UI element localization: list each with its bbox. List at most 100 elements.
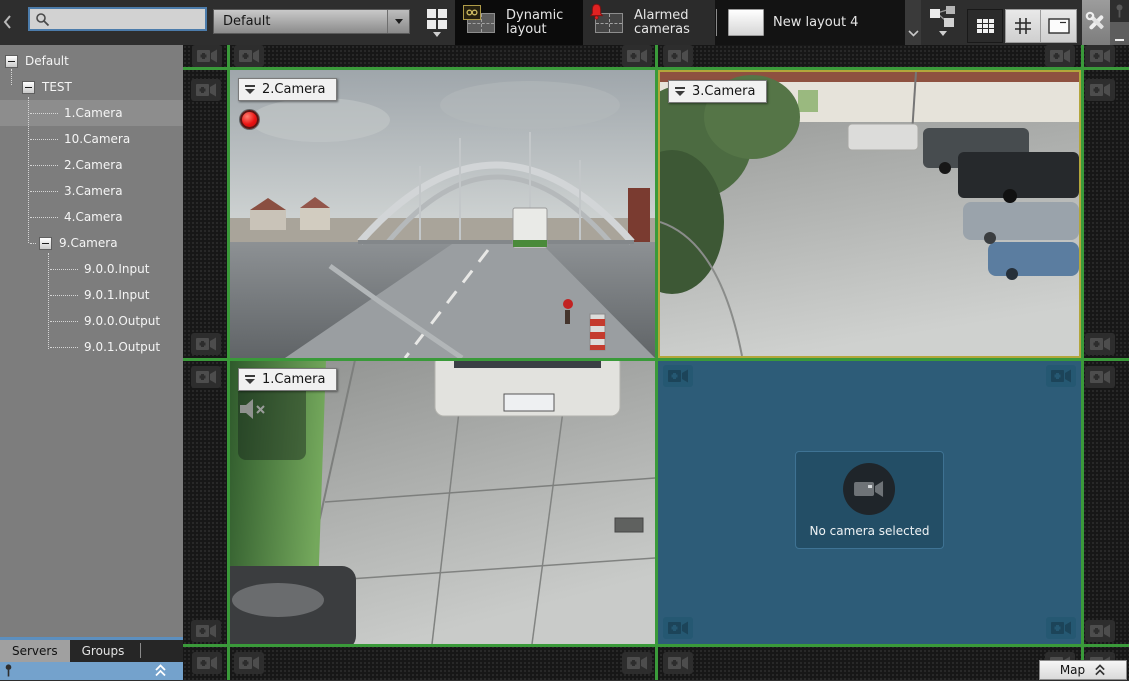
tree-item-9-0-0-output[interactable]: 9.0.0.Output	[0, 308, 183, 334]
camera-grid-area: 2.Camera	[183, 45, 1129, 680]
tab-alarmed-cameras[interactable]: Alarmed cameras	[583, 0, 715, 45]
camera-video	[230, 360, 655, 644]
tree-item-label: Default	[25, 54, 69, 68]
tab-scroll-down-button[interactable]	[905, 0, 921, 45]
collapse-box-icon[interactable]	[5, 55, 18, 68]
tree-item-label: 4.Camera	[64, 210, 123, 224]
camera-video	[660, 72, 1079, 356]
tree-connector	[50, 269, 78, 270]
grid-line	[183, 358, 1129, 361]
tree-item-label: TEST	[42, 80, 72, 94]
pin-icon[interactable]	[4, 662, 13, 681]
collapse-box-icon[interactable]	[22, 81, 35, 94]
tab-new-layout-4[interactable]: New layout 4	[718, 0, 904, 45]
tab-label: New layout 4	[773, 16, 858, 30]
pin-icon[interactable]	[1110, 0, 1129, 22]
tree-connector	[30, 113, 58, 114]
add-camera-icon[interactable]	[192, 45, 222, 67]
chevron-down-icon	[245, 85, 255, 94]
tab-separator	[716, 9, 717, 36]
add-camera-icon[interactable]	[663, 617, 693, 639]
collapse-box-icon[interactable]	[39, 237, 52, 250]
empty-camera-tile[interactable]: No camera selected	[658, 360, 1081, 644]
add-camera-icon[interactable]	[622, 652, 652, 674]
tree-item-label: 9.0.1.Output	[84, 340, 160, 354]
camera-tile-2[interactable]: 2.Camera	[230, 70, 655, 358]
view-buttons	[967, 9, 1077, 43]
add-camera-icon[interactable]	[1085, 333, 1115, 355]
muted-audio-icon[interactable]	[238, 398, 268, 420]
tab-groups[interactable]: Groups	[70, 640, 137, 662]
add-camera-icon[interactable]	[663, 45, 693, 67]
dynamic-layout-icon	[465, 11, 497, 35]
grid-3x3-view-button[interactable]	[967, 9, 1003, 43]
tree-item-9-0-1-input[interactable]: 9.0.1.Input	[0, 282, 183, 308]
tree-item-9-0-0-input[interactable]: 9.0.0.Input	[0, 256, 183, 282]
panel-tabs: Servers Groups	[0, 640, 183, 662]
tree-item-label: 1.Camera	[64, 106, 123, 120]
device-tree-panel: Default TEST 1.Camera 10.Camera 2.Camera…	[0, 45, 183, 680]
tree-item-label: 2.Camera	[64, 158, 123, 172]
single-window-view-button[interactable]	[1041, 9, 1077, 43]
chevron-down-icon	[387, 10, 409, 33]
add-camera-icon[interactable]	[234, 45, 264, 67]
grid-3x3-icon	[977, 19, 994, 33]
layouts-grid-button[interactable]	[424, 9, 450, 39]
collapse-panel-left-button[interactable]	[0, 8, 14, 36]
tab-servers[interactable]: Servers	[0, 640, 70, 662]
add-camera-icon[interactable]	[191, 333, 221, 355]
window-icon	[1048, 18, 1070, 34]
tree-item-9-0-1-output[interactable]: 9.0.1.Output	[0, 334, 183, 360]
tree-connector	[30, 191, 58, 192]
chevron-down-icon	[675, 87, 685, 96]
add-camera-icon[interactable]	[1045, 45, 1075, 67]
map-button-label: Map	[1060, 663, 1085, 677]
add-camera-icon[interactable]	[622, 45, 652, 67]
layout-select-value: Default	[214, 14, 387, 29]
app-window: Default Dynamic layout	[0, 0, 1129, 680]
add-camera-icon[interactable]	[192, 652, 222, 674]
map-panel-button[interactable]: Map	[1039, 660, 1127, 680]
settings-tools-button[interactable]	[1082, 0, 1110, 45]
layout-select[interactable]: Default	[213, 9, 410, 34]
grid-lines-view-button[interactable]	[1005, 9, 1041, 43]
add-camera-icon[interactable]	[234, 652, 264, 674]
tree-connector	[30, 139, 58, 140]
tab-separator	[140, 643, 141, 658]
add-camera-icon[interactable]	[663, 652, 693, 674]
camera-tile-menu[interactable]: 3.Camera	[668, 80, 767, 103]
camera-tile-menu[interactable]: 1.Camera	[238, 368, 337, 391]
layout-structure-button[interactable]	[926, 5, 960, 43]
add-camera-icon[interactable]	[1046, 365, 1076, 387]
add-camera-icon[interactable]	[1046, 617, 1076, 639]
no-camera-panel: No camera selected	[795, 451, 945, 549]
add-camera-icon[interactable]	[191, 79, 221, 101]
camera-tile-3-selected[interactable]: 3.Camera	[658, 70, 1081, 358]
tree-connector	[48, 253, 49, 349]
camera-tile-1[interactable]: 1.Camera	[230, 360, 655, 644]
camera-tile-title: 2.Camera	[262, 82, 325, 97]
org-chart-icon	[929, 5, 957, 29]
device-tree: Default TEST 1.Camera 10.Camera 2.Camera…	[0, 45, 183, 637]
add-camera-icon[interactable]	[1085, 620, 1115, 642]
search-input[interactable]	[50, 11, 205, 27]
tree-connector	[50, 347, 78, 348]
add-camera-icon[interactable]	[663, 365, 693, 387]
camera-tile-title: 3.Camera	[692, 84, 755, 99]
add-camera-icon[interactable]	[1085, 366, 1115, 388]
chevron-left-icon	[2, 14, 12, 30]
add-camera-icon[interactable]	[191, 620, 221, 642]
tree-item-default[interactable]: Default	[0, 48, 183, 74]
camera-video	[230, 70, 655, 358]
add-camera-icon[interactable]	[191, 366, 221, 388]
toolbar: Default Dynamic layout	[0, 0, 1129, 45]
camera-tile-menu[interactable]: 2.Camera	[238, 78, 337, 101]
tree-connector	[50, 295, 78, 296]
tree-item-label: 10.Camera	[64, 132, 130, 146]
add-camera-icon[interactable]	[1085, 45, 1115, 67]
collapse-toolbar-button[interactable]	[1110, 22, 1129, 45]
tab-dynamic-layout[interactable]: Dynamic layout	[455, 0, 583, 45]
panel-collapse-bar[interactable]	[0, 662, 183, 680]
add-camera-icon[interactable]	[1085, 79, 1115, 101]
grid-line	[183, 644, 1129, 647]
